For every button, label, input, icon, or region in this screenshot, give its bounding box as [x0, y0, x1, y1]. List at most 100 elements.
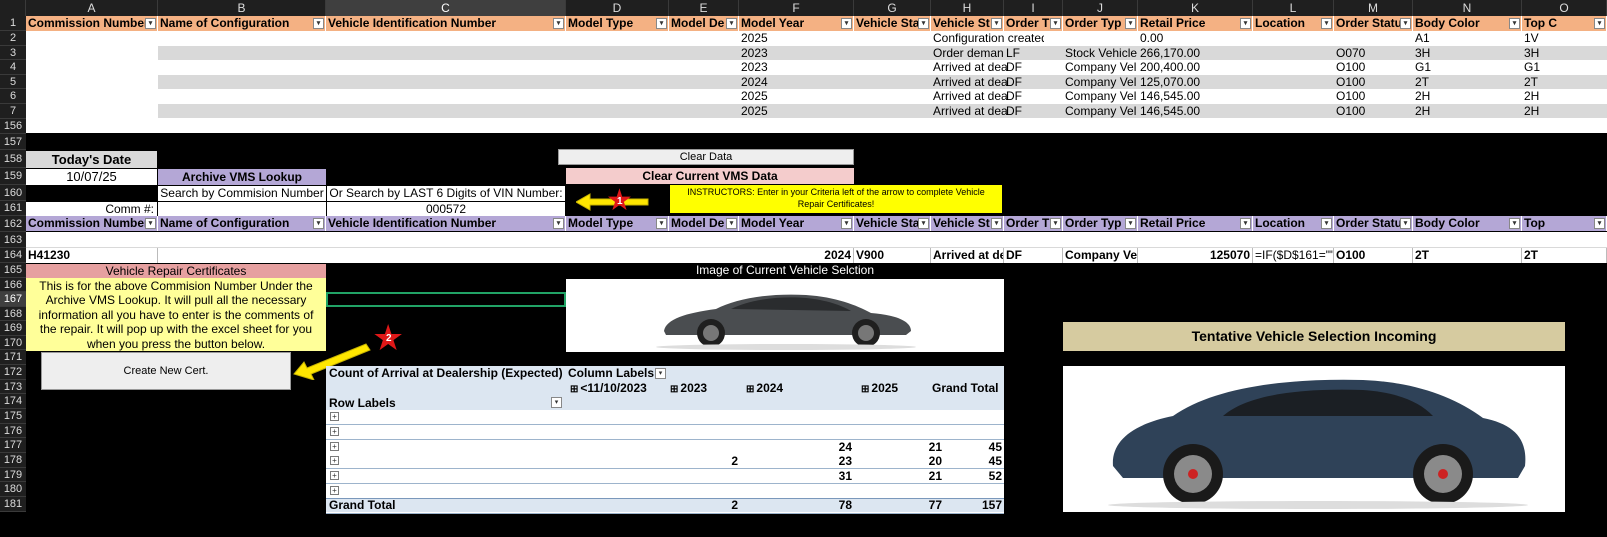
- pivot-row-labels[interactable]: Row Labels: [329, 396, 529, 410]
- column-header-f[interactable]: F: [739, 0, 854, 16]
- column-header-b[interactable]: B: [158, 0, 326, 16]
- filter-dropdown-icon[interactable]: ▾: [1509, 218, 1520, 229]
- filter-dropdown-icon[interactable]: ▾: [726, 218, 737, 229]
- filter-dropdown-icon[interactable]: ▾: [1050, 218, 1061, 229]
- row-header-163[interactable]: 163: [0, 232, 26, 248]
- column-header-o[interactable]: O: [1522, 0, 1607, 16]
- filter-dropdown-icon[interactable]: ▾: [1321, 18, 1332, 29]
- expand-icon[interactable]: ⊞: [570, 384, 578, 395]
- row-header-173[interactable]: 173: [0, 380, 26, 394]
- filter-dropdown-icon[interactable]: ▾: [1400, 18, 1411, 29]
- select-all-corner[interactable]: [0, 0, 26, 16]
- row-header-169[interactable]: 169: [0, 321, 26, 336]
- expand-icon[interactable]: ⊞: [670, 384, 678, 395]
- expand-icon[interactable]: ⊞: [861, 384, 869, 395]
- filter-dropdown-icon[interactable]: ▾: [918, 18, 929, 29]
- expand-icon[interactable]: +: [330, 426, 339, 436]
- row-header-161[interactable]: 161: [0, 201, 26, 216]
- row-header-156[interactable]: 156: [0, 119, 26, 134]
- filter-dropdown-icon[interactable]: ▾: [553, 218, 564, 229]
- expand-icon[interactable]: +: [330, 441, 339, 451]
- filter-dropdown-icon[interactable]: ▾: [991, 18, 1002, 29]
- filter-dropdown-icon[interactable]: ▾: [145, 18, 156, 29]
- row-header-178[interactable]: 178: [0, 453, 26, 468]
- expand-icon[interactable]: +: [330, 456, 339, 466]
- expand-icon[interactable]: +: [330, 471, 339, 481]
- filter-dropdown-icon[interactable]: ▾: [656, 18, 667, 29]
- filter-dropdown-icon[interactable]: ▾: [145, 218, 156, 229]
- filter-dropdown-icon[interactable]: ▾: [726, 18, 737, 29]
- row-header-158[interactable]: 158: [0, 150, 26, 168]
- row-header-168[interactable]: 168: [0, 307, 26, 321]
- row-header-162[interactable]: 162: [0, 216, 26, 232]
- row-header-157[interactable]: 157: [0, 134, 26, 150]
- row-header-159[interactable]: 159: [0, 168, 26, 185]
- vin-input[interactable]: 000572: [327, 202, 565, 217]
- column-header-j[interactable]: J: [1063, 0, 1138, 16]
- pivot-col-header-0[interactable]: ⊞ <11/10/2023: [570, 381, 647, 396]
- expand-icon[interactable]: ⊞: [746, 384, 754, 395]
- expand-icon[interactable]: +: [330, 412, 339, 421]
- pivot-col-header-3[interactable]: ⊞ 2025: [861, 381, 898, 396]
- row-header-2[interactable]: 2: [0, 31, 26, 46]
- pivot-col-header-2[interactable]: ⊞ 2024: [746, 381, 783, 396]
- row-header-164[interactable]: 164: [0, 248, 26, 263]
- row-header-171[interactable]: 171: [0, 350, 26, 365]
- row-header-3[interactable]: 3: [0, 46, 26, 60]
- row-header-175[interactable]: 175: [0, 409, 26, 424]
- row-header-180[interactable]: 180: [0, 482, 26, 497]
- commission-input[interactable]: [158, 202, 326, 217]
- row-header-4[interactable]: 4: [0, 60, 26, 75]
- column-header-a[interactable]: A: [26, 0, 158, 16]
- filter-dropdown-icon[interactable]: ▾: [1125, 218, 1136, 229]
- filter-dropdown-icon[interactable]: ▾: [656, 218, 667, 229]
- row-header-177[interactable]: 177: [0, 438, 26, 453]
- row-header-1[interactable]: 1: [0, 16, 26, 31]
- row-header-170[interactable]: 170: [0, 336, 26, 350]
- column-header-e[interactable]: E: [669, 0, 739, 16]
- pivot-column-labels[interactable]: Column Labels: [568, 366, 658, 381]
- column-header-i[interactable]: I: [1004, 0, 1063, 16]
- column-header-h[interactable]: H: [931, 0, 1004, 16]
- column-header-d[interactable]: D: [566, 0, 669, 16]
- row-header-167[interactable]: 167: [0, 292, 26, 307]
- pivot-col-header-4[interactable]: Grand Total: [932, 381, 998, 396]
- row-header-179[interactable]: 179: [0, 468, 26, 482]
- pivot-row-filter-icon[interactable]: ▾: [551, 397, 562, 408]
- row-header-176[interactable]: 176: [0, 424, 26, 438]
- pivot-col-header-1[interactable]: ⊞ 2023: [670, 381, 707, 396]
- row-header-5[interactable]: 5: [0, 75, 26, 89]
- filter-dropdown-icon[interactable]: ▾: [1050, 18, 1061, 29]
- row-header-166[interactable]: 166: [0, 278, 26, 292]
- selected-cell-c167[interactable]: [326, 292, 566, 307]
- clear-data-button[interactable]: Clear Data: [558, 149, 854, 165]
- row-header-165[interactable]: 165: [0, 263, 26, 278]
- column-header-m[interactable]: M: [1334, 0, 1413, 16]
- row-header-181[interactable]: 181: [0, 497, 26, 512]
- row-header-172[interactable]: 172: [0, 365, 26, 380]
- filter-dropdown-icon[interactable]: ▾: [553, 18, 564, 29]
- create-cert-button[interactable]: Create New Cert.: [41, 352, 291, 390]
- filter-dropdown-icon[interactable]: ▾: [918, 218, 929, 229]
- column-header-n[interactable]: N: [1413, 0, 1522, 16]
- filter-dropdown-icon[interactable]: ▾: [1594, 18, 1605, 29]
- filter-dropdown-icon[interactable]: ▾: [1594, 218, 1605, 229]
- column-header-k[interactable]: K: [1138, 0, 1253, 16]
- expand-icon[interactable]: +: [330, 486, 339, 495]
- column-header-c[interactable]: C: [326, 0, 566, 16]
- row-header-7[interactable]: 7: [0, 104, 26, 119]
- filter-dropdown-icon[interactable]: ▾: [313, 218, 324, 229]
- column-header-l[interactable]: L: [1253, 0, 1334, 16]
- filter-dropdown-icon[interactable]: ▾: [1400, 218, 1411, 229]
- row-header-6[interactable]: 6: [0, 89, 26, 104]
- filter-dropdown-icon[interactable]: ▾: [841, 218, 852, 229]
- filter-dropdown-icon[interactable]: ▾: [1240, 218, 1251, 229]
- column-header-g[interactable]: G: [854, 0, 931, 16]
- filter-dropdown-icon[interactable]: ▾: [1509, 18, 1520, 29]
- pivot-column-filter-icon[interactable]: ▾: [655, 368, 666, 379]
- filter-dropdown-icon[interactable]: ▾: [313, 18, 324, 29]
- row-header-160[interactable]: 160: [0, 185, 26, 201]
- filter-dropdown-icon[interactable]: ▾: [1125, 18, 1136, 29]
- row-header-174[interactable]: 174: [0, 394, 26, 409]
- filter-dropdown-icon[interactable]: ▾: [1321, 218, 1332, 229]
